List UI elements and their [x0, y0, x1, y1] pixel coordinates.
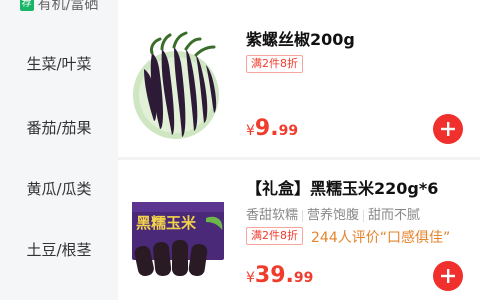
giftbox-label: 黑糯玉米: [136, 214, 197, 232]
add-to-cart-button[interactable]: [433, 261, 463, 291]
card-divider: [118, 157, 480, 160]
promo-badge: 满2件8折: [246, 55, 303, 73]
promo-badge: 满2件8折: [246, 227, 303, 245]
sidebar-item-label: 有机/富硒: [37, 0, 99, 13]
sidebar-item-cucumber[interactable]: 黄瓜/瓜类: [0, 178, 118, 199]
price-decimal: 99: [278, 123, 299, 139]
price-currency: ¥: [246, 123, 255, 139]
recommend-tag: 荐: [19, 0, 34, 11]
plus-icon: [441, 122, 455, 136]
sidebar-item-organic[interactable]: 荐 有机/富硒: [0, 0, 118, 14]
add-to-cart-button[interactable]: [433, 114, 463, 144]
sidebar-item-potato[interactable]: 土豆/根茎: [0, 239, 118, 260]
purple-pepper-image[interactable]: [130, 25, 222, 143]
product-title[interactable]: 【礼盒】黑糯玉米220g*6: [246, 175, 438, 199]
product-title[interactable]: 紫螺丝椒200g: [246, 26, 355, 50]
sidebar-item-tomato[interactable]: 番茄/茄果: [0, 117, 118, 138]
product-tag: 甜而不腻: [368, 208, 421, 223]
price-currency: ¥: [246, 270, 255, 286]
product-price: ¥9.99: [246, 116, 298, 141]
product-tags: 香甜软糯 营养饱腹 甜而不腻: [246, 204, 420, 223]
price-integer: 39.: [254, 263, 294, 288]
product-tag: 香甜软糯: [246, 208, 299, 223]
price-integer: 9.: [254, 116, 279, 141]
sidebar-item-lettuce[interactable]: 生菜/叶菜: [0, 53, 118, 74]
product-tag: 营养饱腹: [307, 208, 360, 223]
review-summary[interactable]: 244人评价“口感俱佳”: [311, 227, 450, 247]
price-decimal: 99: [293, 270, 314, 286]
product-price: ¥39.99: [246, 263, 313, 288]
plus-icon: [441, 269, 455, 283]
category-sidebar: 荐 有机/富硒 生菜/叶菜 番茄/茄果 黄瓜/瓜类 土豆/根茎: [0, 0, 118, 300]
